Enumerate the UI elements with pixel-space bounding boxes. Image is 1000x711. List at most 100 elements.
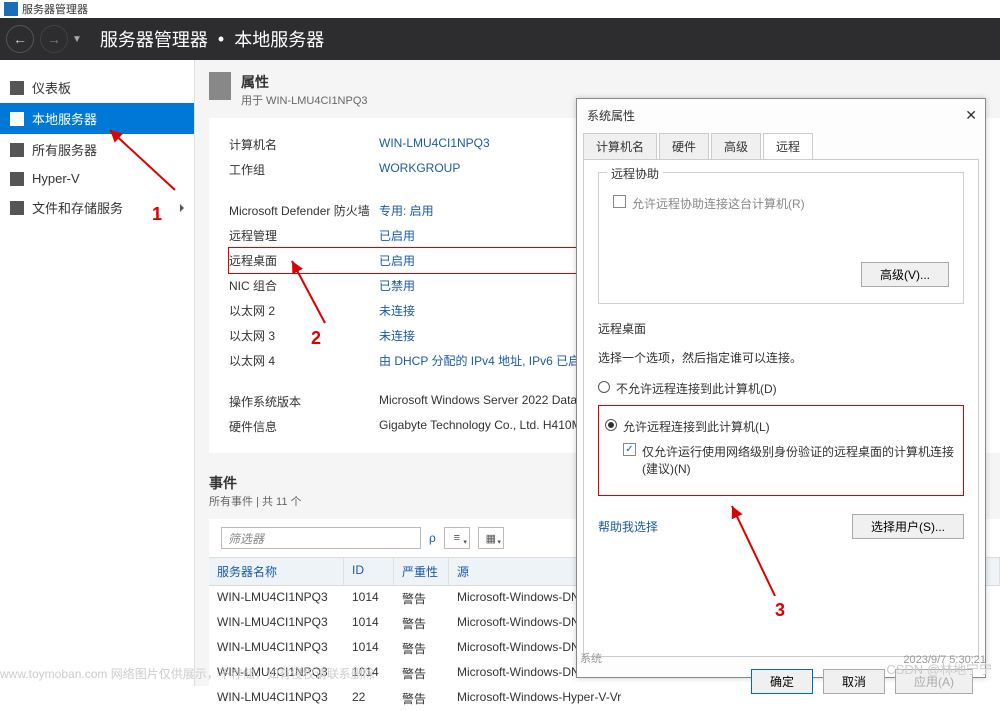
dialog-tabs: 计算机名 硬件 高级 远程 xyxy=(577,128,985,159)
sidebar-item-label: 本地服务器 xyxy=(32,109,97,128)
nav-dropdown-icon[interactable]: ▼ xyxy=(72,34,82,45)
sidebar-item-file-storage[interactable]: 文件和存储服务 xyxy=(0,192,194,223)
property-value[interactable]: Microsoft Windows Server 2022 Datacen xyxy=(379,393,596,410)
legend-remote-assist: 远程协助 xyxy=(607,165,663,182)
property-value[interactable]: 已启用 xyxy=(379,227,415,244)
radio-disallow[interactable]: 不允许远程连接到此计算机(D) xyxy=(598,380,964,397)
property-label: 计算机名 xyxy=(229,136,379,153)
events-tool-filter[interactable]: ▦▾ xyxy=(478,527,504,549)
sidebar-item-label: 仪表板 xyxy=(32,78,71,97)
properties-icon xyxy=(209,72,231,100)
radio-allow[interactable]: 允许远程连接到此计算机(L) xyxy=(605,418,957,435)
property-value[interactable]: 专用: 启用 xyxy=(379,202,434,219)
checkbox-nla[interactable]: ✓ 仅允许运行使用网络级别身份验证的远程桌面的计算机连接(建议)(N) xyxy=(623,443,957,477)
property-label: Microsoft Defender 防火墙 xyxy=(229,202,379,219)
sidebar-item-label: 所有服务器 xyxy=(32,140,97,159)
select-users-button[interactable]: 选择用户(S)... xyxy=(852,514,964,539)
cell-server: WIN-LMU4CI1NPQ3 xyxy=(217,640,352,657)
breadcrumb-page[interactable]: 本地服务器 xyxy=(234,26,324,52)
properties-subtitle: 用于 WIN-LMU4CI1NPQ3 xyxy=(241,92,368,108)
tab-advanced[interactable]: 高级 xyxy=(711,133,761,160)
property-value[interactable]: Gigabyte Technology Co., Ltd. H410M S xyxy=(379,418,593,435)
ok-button[interactable]: 确定 xyxy=(751,669,813,694)
window-titlebar: 服务器管理器 xyxy=(0,0,1000,18)
events-filter-input[interactable]: 筛选器 xyxy=(221,527,421,549)
servers-icon xyxy=(10,143,24,157)
nav-forward-button[interactable]: → xyxy=(40,25,68,53)
radio-icon xyxy=(598,381,610,393)
property-label: 硬件信息 xyxy=(229,418,379,435)
sidebar-item-hyperv[interactable]: Hyper-V xyxy=(0,165,194,192)
header-bar: ← → ▼ 服务器管理器 • 本地服务器 xyxy=(0,18,1000,60)
col-server[interactable]: 服务器名称 xyxy=(209,558,344,585)
help-link[interactable]: 帮助我选择 xyxy=(598,518,658,535)
property-value[interactable]: 未连接 xyxy=(379,327,415,344)
col-id[interactable]: ID xyxy=(344,558,394,585)
sidebar: 仪表板 本地服务器 所有服务器 Hyper-V 文件和存储服务 xyxy=(0,60,195,686)
watermark-left: www.toymoban.com 网络图片仅供展示，不存储，如有侵权请联系删除 xyxy=(0,665,375,682)
checkbox-icon: ✓ xyxy=(623,443,636,456)
breadcrumb-separator: • xyxy=(218,29,224,50)
cell-id: 1014 xyxy=(352,590,402,607)
advanced-button[interactable]: 高级(V)... xyxy=(861,262,949,287)
sidebar-item-label: 文件和存储服务 xyxy=(32,198,123,217)
sidebar-item-label: Hyper-V xyxy=(32,171,80,186)
breadcrumb: 服务器管理器 • 本地服务器 xyxy=(100,26,324,52)
cell-severity: 警告 xyxy=(402,640,457,657)
legend-remote-desktop: 远程桌面 xyxy=(598,320,964,337)
property-value[interactable]: WORKGROUP xyxy=(379,161,460,178)
fieldset-remote-desktop: 远程桌面 选择一个选项，然后指定谁可以连接。 不允许远程连接到此计算机(D) 允… xyxy=(598,320,964,539)
cell-severity: 警告 xyxy=(402,615,457,632)
property-label: 以太网 4 xyxy=(229,352,379,369)
cell-severity: 警告 xyxy=(402,665,457,682)
tab-remote[interactable]: 远程 xyxy=(763,133,813,160)
hyperv-icon xyxy=(10,172,24,186)
marker-1: 1 xyxy=(152,204,162,225)
property-value[interactable]: WIN-LMU4CI1NPQ3 xyxy=(379,136,490,153)
property-label: 以太网 2 xyxy=(229,302,379,319)
sidebar-item-dashboard[interactable]: 仪表板 xyxy=(0,72,194,103)
cell-server: WIN-LMU4CI1NPQ3 xyxy=(217,690,352,707)
cell-server: WIN-LMU4CI1NPQ3 xyxy=(217,590,352,607)
app-icon xyxy=(4,2,18,16)
system-properties-dialog: 系统属性 ✕ 计算机名 硬件 高级 远程 远程协助 允许远程协助连接这台计算机(… xyxy=(576,98,986,678)
server-icon xyxy=(10,112,24,126)
marker-2: 2 xyxy=(311,328,321,349)
footer-system-label: 系统 xyxy=(580,650,602,666)
property-label: 远程桌面 xyxy=(229,252,379,269)
property-value[interactable]: 已禁用 xyxy=(379,277,415,294)
cancel-button[interactable]: 取消 xyxy=(823,669,885,694)
col-severity[interactable]: 严重性 xyxy=(394,558,449,585)
cell-id: 1014 xyxy=(352,640,402,657)
property-value[interactable]: 由 DHCP 分配的 IPv4 地址, IPv6 已启用 xyxy=(379,352,592,369)
fieldset-remote-assist: 远程协助 允许远程协助连接这台计算机(R) 高级(V)... xyxy=(598,172,964,304)
checkbox-allow-assist[interactable]: 允许远程协助连接这台计算机(R) xyxy=(613,195,949,212)
breadcrumb-root[interactable]: 服务器管理器 xyxy=(100,26,208,52)
close-icon[interactable]: ✕ xyxy=(965,107,977,124)
tab-computer-name[interactable]: 计算机名 xyxy=(583,133,657,160)
checkbox-icon xyxy=(613,195,626,208)
events-tool-list[interactable]: ≡▾ xyxy=(444,527,470,549)
cell-severity: 警告 xyxy=(402,590,457,607)
remote-desktop-hint: 选择一个选项，然后指定谁可以连接。 xyxy=(598,349,964,366)
footer-date: 2023/9/7 5:30:21 xyxy=(903,654,986,666)
storage-icon xyxy=(10,201,24,215)
window-title: 服务器管理器 xyxy=(22,1,88,17)
sidebar-item-local-server[interactable]: 本地服务器 xyxy=(0,103,194,134)
cell-id: 22 xyxy=(352,690,402,707)
property-value[interactable]: 未连接 xyxy=(379,302,415,319)
tab-body-remote: 远程协助 允许远程协助连接这台计算机(R) 高级(V)... 远程桌面 选择一个… xyxy=(583,159,979,657)
radio-icon xyxy=(605,419,617,431)
property-value[interactable]: 已启用 xyxy=(379,252,415,269)
nav-back-button[interactable]: ← xyxy=(6,25,34,53)
property-label: 操作系统版本 xyxy=(229,393,379,410)
dashboard-icon xyxy=(10,81,24,95)
marker-3: 3 xyxy=(775,600,785,621)
dialog-title: 系统属性 xyxy=(587,107,635,124)
filter-search-icon[interactable]: ρ xyxy=(429,531,436,545)
sidebar-item-all-servers[interactable]: 所有服务器 xyxy=(0,134,194,165)
cell-severity: 警告 xyxy=(402,690,457,707)
chevron-right-icon xyxy=(180,204,184,212)
highlight-allow-group: 允许远程连接到此计算机(L) ✓ 仅允许运行使用网络级别身份验证的远程桌面的计算… xyxy=(598,405,964,496)
tab-hardware[interactable]: 硬件 xyxy=(659,133,709,160)
